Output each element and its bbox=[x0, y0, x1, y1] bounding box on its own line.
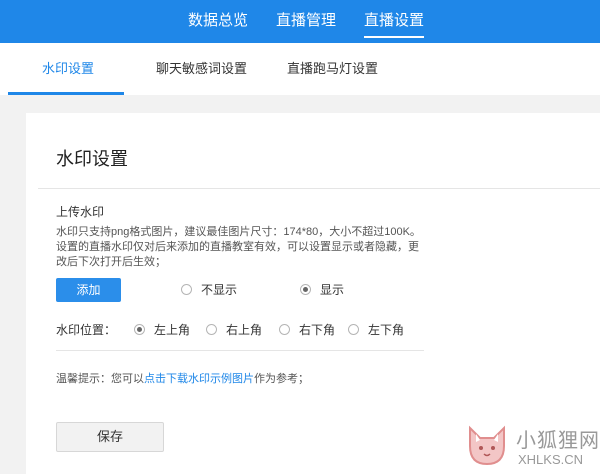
radio-label: 显示 bbox=[320, 283, 345, 297]
radio-label: 不显示 bbox=[201, 283, 238, 297]
radio-hide[interactable]: 不显示 bbox=[181, 281, 237, 298]
radio-circle-checked bbox=[300, 284, 311, 295]
radio-circle bbox=[279, 324, 290, 335]
watermark-cn-text: 小狐狸网 bbox=[516, 430, 600, 452]
radio-circle bbox=[181, 284, 192, 295]
radio-circle-checked bbox=[134, 324, 145, 335]
nav-live-management[interactable]: 直播管理 bbox=[276, 0, 336, 43]
watermark-en-text: XHLKS.CN bbox=[518, 452, 584, 467]
watermark-description: 水印只支持png格式图片，建议最佳图片尺寸：174*80，大小不超过100K。设… bbox=[56, 226, 421, 268]
radio-top-left[interactable]: 左上角 bbox=[134, 321, 190, 338]
radio-bottom-right[interactable]: 右下角 bbox=[279, 321, 335, 338]
nav-live-settings[interactable]: 直播设置 bbox=[364, 0, 425, 43]
top-header: 数据总览 直播管理 直播设置 bbox=[0, 0, 600, 43]
position-label: 水印位置： bbox=[56, 323, 117, 337]
radio-label: 右下角 bbox=[299, 323, 336, 337]
top-nav: 数据总览 直播管理 直播设置 bbox=[0, 0, 600, 43]
active-tab-indicator bbox=[8, 92, 124, 95]
radio-top-right[interactable]: 右上角 bbox=[206, 321, 262, 338]
tip-text: 温馨提示：您可以点击下载水印示例图片作为参考； bbox=[56, 370, 309, 386]
radio-circle bbox=[348, 324, 359, 335]
sub-tabs: 水印设置 聊天敏感词设置 直播跑马灯设置 bbox=[0, 43, 600, 95]
title-divider bbox=[38, 188, 600, 189]
fox-logo-icon bbox=[469, 425, 505, 466]
radio-show[interactable]: 显示 bbox=[300, 281, 344, 298]
radio-bottom-left[interactable]: 左下角 bbox=[348, 321, 404, 338]
page-title: 水印设置 bbox=[56, 149, 128, 169]
radio-label: 右上角 bbox=[226, 323, 263, 337]
tab-marquee-settings[interactable]: 直播跑马灯设置 bbox=[287, 43, 378, 95]
tip-prefix: 温馨提示：您可以 bbox=[56, 373, 144, 385]
tip-suffix: 作为参考； bbox=[254, 373, 309, 385]
tab-watermark-settings[interactable]: 水印设置 bbox=[42, 43, 94, 95]
nav-data-overview[interactable]: 数据总览 bbox=[188, 0, 248, 43]
radio-circle bbox=[206, 324, 217, 335]
tab-sensitive-words[interactable]: 聊天敏感词设置 bbox=[156, 43, 247, 95]
site-watermark: 小狐狸网 XHLKS.CN bbox=[460, 418, 600, 474]
add-button[interactable]: 添加 bbox=[56, 278, 121, 302]
radio-label: 左上角 bbox=[154, 323, 191, 337]
section-divider bbox=[56, 350, 424, 351]
download-sample-link[interactable]: 点击下载水印示例图片 bbox=[144, 373, 254, 385]
upload-watermark-label: 上传水印 bbox=[56, 205, 105, 219]
save-button[interactable]: 保存 bbox=[56, 422, 164, 452]
radio-label: 左下角 bbox=[368, 323, 405, 337]
